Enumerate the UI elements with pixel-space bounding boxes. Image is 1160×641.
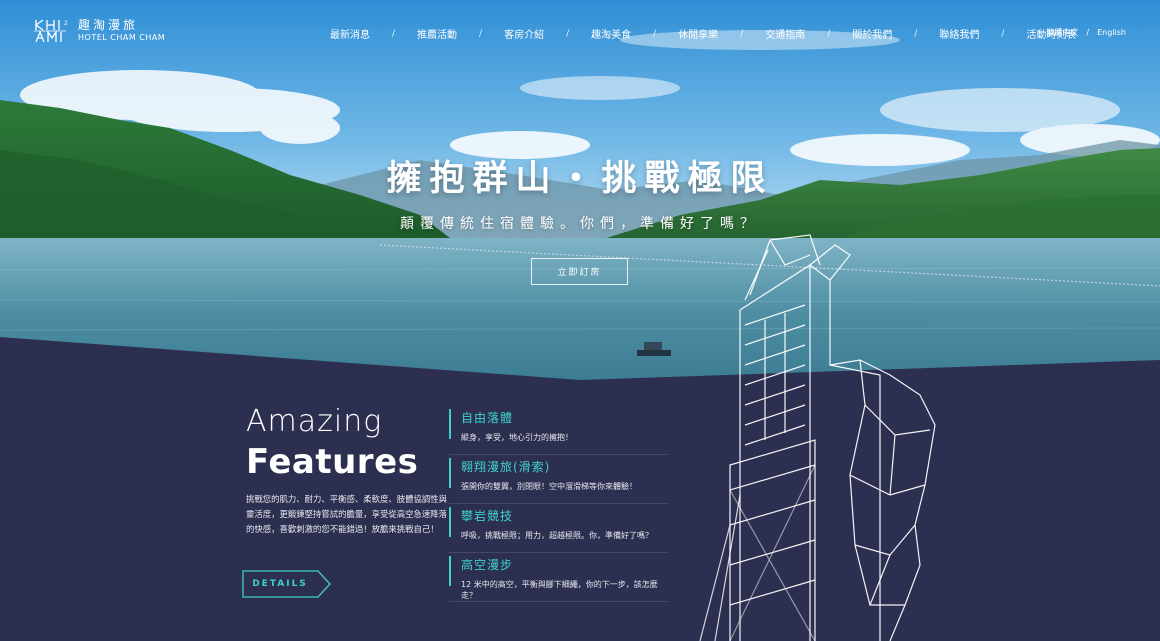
details-label: DETAILS: [252, 579, 308, 589]
nav-item-transport[interactable]: 交通指南: [765, 26, 805, 41]
feature-list: 自由落體 縱身，享受，地心引力的擁抱！ 翱翔漫旅(滑索) 張開你的雙翼，別閉眼！…: [449, 406, 668, 602]
main-nav: 最新消息 / 推薦活動 / 客房介紹 / 趣淘美食 / 休閒享樂 / 交通指南 …: [330, 26, 1076, 42]
hotel-logo[interactable]: 2 趣淘漫旅 HOTEL CHAM CHAM: [34, 18, 165, 44]
nav-separator: /: [827, 28, 831, 39]
feature-title: 自由落體: [461, 411, 514, 425]
nav-separator: /: [914, 28, 918, 39]
feature-desc: 呼吸，挑戰極限；用力，超越極限。你，準備好了嗎？: [461, 531, 653, 540]
svg-text:2: 2: [64, 20, 68, 27]
logo-mark-icon: 2: [34, 19, 68, 43]
lang-zh-link[interactable]: 繁體中文: [1046, 27, 1078, 38]
nav-separator: /: [740, 28, 744, 39]
nav-item-about[interactable]: 關於我們: [852, 26, 892, 41]
book-now-button[interactable]: 立即訂房: [531, 258, 628, 285]
feature-title: 攀岩競技: [461, 509, 514, 523]
nav-item-contact[interactable]: 聯絡我們: [939, 26, 979, 41]
hero-subtitle: 顛覆傳統住宿體驗。你們，準備好了嗎？: [400, 216, 760, 232]
nav-separator: /: [566, 28, 570, 39]
feature-item-zipline[interactable]: 翱翔漫旅(滑索) 張開你的雙翼，別閉眼！空中溜滑梯等你來體驗！: [449, 455, 668, 504]
language-switcher: 繁體中文 / English: [1046, 27, 1126, 38]
nav-separator: /: [479, 28, 483, 39]
lang-en-link[interactable]: English: [1097, 28, 1126, 37]
nav-separator: /: [392, 28, 396, 39]
feature-desc: 縱身，享受，地心引力的擁抱！: [461, 433, 573, 442]
feature-title: 高空漫步: [461, 558, 514, 572]
hero-title: 擁抱群山・挑戰極限: [386, 159, 774, 199]
features-title-line1: Amazing: [246, 404, 383, 439]
feature-item-freefall[interactable]: 自由落體 縱身，享受，地心引力的擁抱！: [449, 406, 668, 455]
features-title-line2: Features: [246, 442, 419, 482]
nav-item-news[interactable]: 最新消息: [330, 26, 370, 41]
feature-desc: 張開你的雙翼，別閉眼！空中溜滑梯等你來體驗！: [461, 482, 637, 491]
feature-title: 翱翔漫旅(滑索): [461, 460, 551, 474]
nav-item-food[interactable]: 趣淘美食: [591, 26, 631, 41]
tower-illustration: [699, 234, 936, 641]
nav-item-leisure[interactable]: 休閒享樂: [678, 26, 718, 41]
nav-separator: /: [1001, 28, 1005, 39]
details-button[interactable]: DETAILS: [242, 570, 332, 598]
nav-separator: /: [653, 28, 657, 39]
nav-item-rooms[interactable]: 客房介紹: [504, 26, 544, 41]
hero-section: 2 趣淘漫旅 HOTEL CHAM CHAM 最新消息 / 推薦活動 / 客房介…: [0, 0, 1160, 641]
lang-separator: /: [1086, 28, 1090, 37]
brand-name-cn: 趣淘漫旅: [78, 18, 139, 32]
feature-desc: 12 米中的高空，平衡與腳下細繩，你的下一步，該怎麼走？: [461, 580, 658, 600]
feature-item-skywalk[interactable]: 高空漫步 12 米中的高空，平衡與腳下細繩，你的下一步，該怎麼走？: [449, 553, 668, 602]
nav-item-activities[interactable]: 推薦活動: [417, 26, 457, 41]
features-description: 挑戰您的肌力、耐力、平衡感、柔軟度、肢體協調性與靈活度，更鍛鍊堅持嘗試的膽量，享…: [246, 494, 447, 534]
feature-item-climbing[interactable]: 攀岩競技 呼吸，挑戰極限；用力，超越極限。你，準備好了嗎？: [449, 504, 668, 553]
brand-name-en: HOTEL CHAM CHAM: [78, 33, 166, 43]
